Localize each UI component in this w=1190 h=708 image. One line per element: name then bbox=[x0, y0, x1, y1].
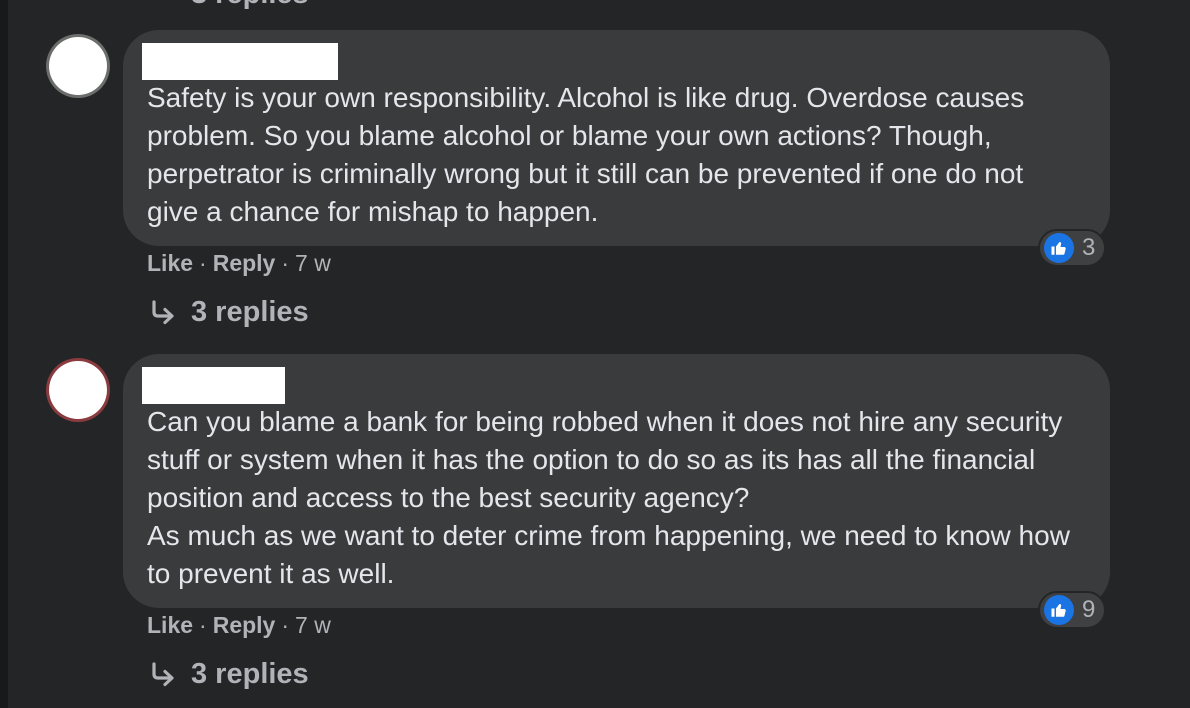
avatar[interactable] bbox=[46, 34, 110, 98]
comment-bubble: Safety is your own responsibility. Alcoh… bbox=[123, 30, 1110, 246]
comment-text: Can you blame a bank for being robbed wh… bbox=[147, 406, 1070, 589]
separator: · bbox=[281, 250, 290, 276]
view-replies-link[interactable]: 3 replies bbox=[149, 658, 309, 691]
comments-panel: 3 replies Safety is your own responsibil… bbox=[8, 0, 1190, 708]
timestamp[interactable]: 7 w bbox=[295, 612, 331, 638]
separator: · bbox=[199, 612, 207, 638]
author-name-redacted[interactable] bbox=[142, 43, 338, 80]
reply-button[interactable]: Reply bbox=[213, 612, 276, 638]
avatar[interactable] bbox=[46, 358, 110, 422]
separator: · bbox=[199, 250, 207, 276]
comment-actions: Like · Reply · 7 w bbox=[147, 250, 331, 277]
reaction-count: 3 bbox=[1082, 234, 1096, 261]
avatar-redaction bbox=[49, 37, 107, 95]
view-replies-link[interactable]: 3 replies bbox=[149, 296, 309, 329]
like-button[interactable]: Like bbox=[147, 612, 193, 638]
separator: · bbox=[281, 612, 290, 638]
reply-arrow-icon bbox=[152, 299, 174, 324]
like-thumbs-up-icon bbox=[1044, 595, 1074, 625]
reaction-summary[interactable]: 9 bbox=[1038, 591, 1106, 629]
comment-actions: Like · Reply · 7 w bbox=[147, 612, 331, 639]
previous-replies-link[interactable]: 3 replies bbox=[191, 0, 309, 11]
replies-label[interactable]: 3 replies bbox=[191, 296, 309, 329]
like-button[interactable]: Like bbox=[147, 250, 193, 276]
reaction-count: 9 bbox=[1082, 596, 1096, 623]
like-thumbs-up-icon bbox=[1044, 233, 1074, 263]
comment-bubble: Can you blame a bank for being robbed wh… bbox=[123, 354, 1110, 608]
reply-arrow-icon bbox=[152, 661, 174, 686]
comment-text: Safety is your own responsibility. Alcoh… bbox=[147, 82, 1025, 227]
reply-button[interactable]: Reply bbox=[213, 250, 276, 276]
replies-label[interactable]: 3 replies bbox=[191, 658, 309, 691]
author-name-redacted[interactable] bbox=[142, 367, 285, 404]
reaction-summary[interactable]: 3 bbox=[1038, 229, 1106, 267]
timestamp[interactable]: 7 w bbox=[295, 250, 331, 276]
avatar-redaction bbox=[49, 361, 107, 419]
